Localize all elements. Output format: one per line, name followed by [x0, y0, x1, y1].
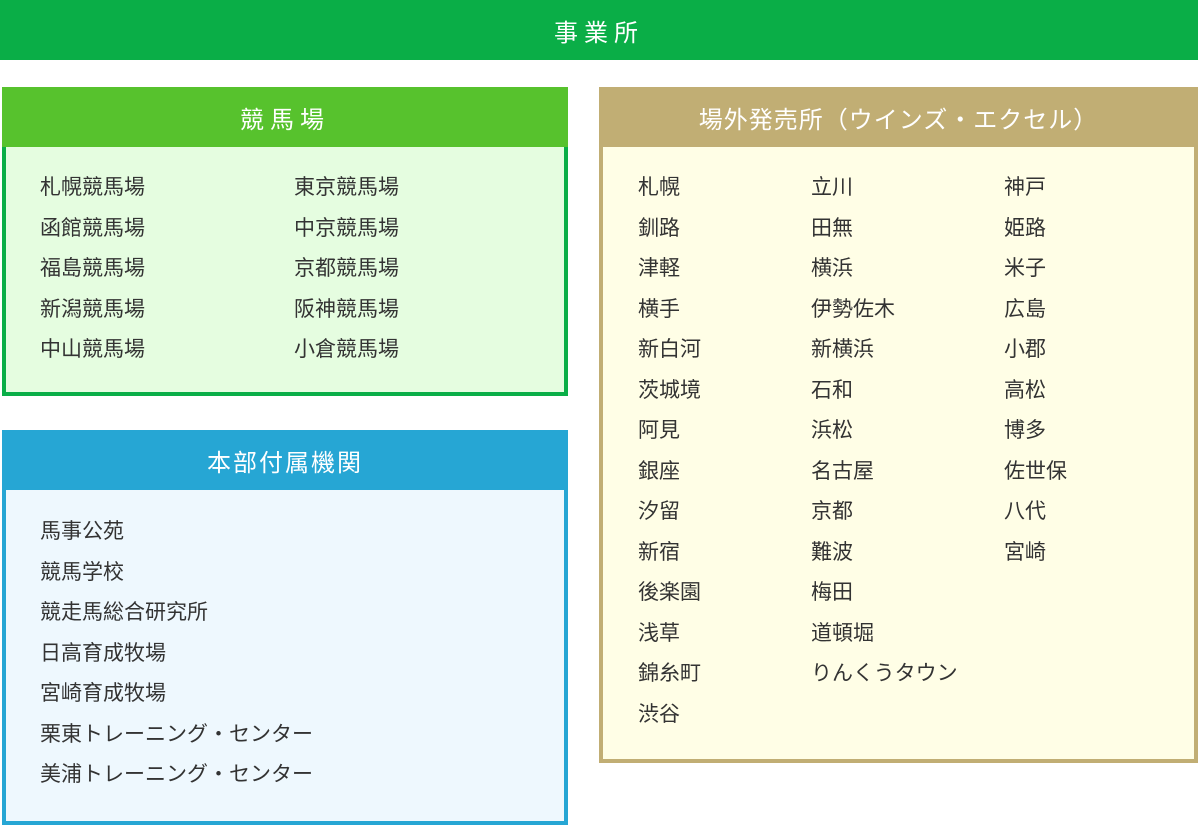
racecourses-list: 札幌競馬場 函館競馬場 福島競馬場 新潟競馬場 中山競馬場 東京競馬場 中京競馬…	[2, 147, 568, 396]
list-item: 横浜	[811, 256, 853, 280]
list-item: 馬事公苑	[40, 519, 124, 543]
list-item: 伊勢佐木	[811, 296, 895, 321]
list-item: 東京競馬場	[294, 175, 399, 199]
list-item: 田無	[811, 215, 853, 240]
list-item: 札幌競馬場	[40, 175, 145, 199]
list-item: 広島	[1004, 296, 1046, 321]
list-item: 八代	[1004, 499, 1046, 523]
racecourses-panel: 競馬場 札幌競馬場 函館競馬場 福島競馬場 新潟競馬場 中山競馬場 東京競馬場 …	[2, 87, 568, 396]
list-item: 釧路	[638, 215, 680, 240]
list-item: 佐世保	[1004, 458, 1067, 483]
affiliates-panel: 本部付属機関 馬事公苑 競馬学校 競走馬総合研究所 日高育成牧場 宮崎育成牧場 …	[2, 430, 568, 825]
list-item: 新横浜	[811, 337, 874, 361]
list-item: 道頓堀	[811, 620, 874, 645]
offtrack-column-2: 立川 田無 横浜 伊勢佐木 新横浜 石和 浜松 名古屋 京都 難波 梅田 道頓堀…	[811, 167, 958, 694]
list-item: 新宿	[638, 539, 680, 564]
list-item: 博多	[1004, 418, 1046, 442]
list-item: 美浦トレーニング・センター	[40, 762, 313, 786]
list-item: 石和	[811, 377, 853, 402]
offtrack-column-1: 札幌 釧路 津軽 横手 新白河 茨城境 阿見 銀座 汐留 新宿 後楽園 浅草 錦…	[638, 167, 701, 734]
list-item: 浜松	[811, 418, 853, 442]
list-item: 日高育成牧場	[40, 640, 166, 665]
list-item: 京都競馬場	[294, 256, 399, 280]
offtrack-panel: 場外発売所（ウインズ・エクセル） 札幌 釧路 津軽 横手 新白河 茨城境 阿見 …	[599, 87, 1198, 763]
offtrack-list: 札幌 釧路 津軽 横手 新白河 茨城境 阿見 銀座 汐留 新宿 後楽園 浅草 錦…	[599, 147, 1198, 763]
list-item: 茨城境	[638, 377, 701, 402]
list-item: 中山競馬場	[40, 337, 145, 361]
list-item: 高松	[1004, 377, 1046, 402]
list-item: 函館競馬場	[40, 215, 145, 240]
list-item: 名古屋	[811, 458, 874, 483]
list-item: 難波	[811, 539, 853, 564]
list-item: 阪神競馬場	[294, 296, 399, 321]
racecourses-title: 競馬場	[2, 87, 568, 147]
list-item: 神戸	[1004, 175, 1046, 199]
list-item: 新潟競馬場	[40, 296, 145, 321]
list-item: 渋谷	[638, 701, 680, 726]
list-item: 梅田	[811, 580, 853, 604]
list-item: 横手	[638, 296, 680, 321]
list-item: 銀座	[638, 458, 680, 483]
offtrack-column-3: 神戸 姫路 米子 広島 小郡 高松 博多 佐世保 八代 宮崎	[1004, 167, 1067, 572]
racecourses-column-2: 東京競馬場 中京競馬場 京都競馬場 阪神競馬場 小倉競馬場	[294, 167, 399, 370]
list-item: 宮崎	[1004, 539, 1046, 564]
list-item: 後楽園	[638, 580, 701, 604]
list-item: 札幌	[638, 175, 680, 199]
affiliates-column: 馬事公苑 競馬学校 競走馬総合研究所 日高育成牧場 宮崎育成牧場 栗東トレーニン…	[40, 511, 313, 795]
list-item: 競馬学校	[40, 559, 124, 584]
list-item: 小倉競馬場	[294, 337, 399, 361]
affiliates-list: 馬事公苑 競馬学校 競走馬総合研究所 日高育成牧場 宮崎育成牧場 栗東トレーニン…	[2, 490, 568, 825]
list-item: 米子	[1004, 256, 1046, 280]
list-item: 京都	[811, 499, 853, 523]
affiliates-title: 本部付属機関	[2, 430, 568, 490]
list-item: 姫路	[1004, 215, 1046, 240]
list-item: 中京競馬場	[294, 215, 399, 240]
page-header: 事業所	[0, 0, 1198, 60]
list-item: 新白河	[638, 337, 701, 361]
list-item: 立川	[811, 175, 853, 199]
list-item: 宮崎育成牧場	[40, 681, 166, 705]
page-title: 事業所	[554, 18, 644, 47]
list-item: 栗東トレーニング・センター	[40, 721, 313, 746]
list-item: 錦糸町	[638, 661, 701, 685]
list-item: りんくうタウン	[811, 661, 958, 685]
list-item: 福島競馬場	[40, 256, 145, 280]
list-item: 浅草	[638, 620, 680, 645]
list-item: 競走馬総合研究所	[40, 600, 208, 624]
list-item: 津軽	[638, 256, 680, 280]
list-item: 小郡	[1004, 337, 1046, 361]
list-item: 汐留	[638, 499, 680, 523]
offtrack-title: 場外発売所（ウインズ・エクセル）	[599, 87, 1198, 147]
list-item: 阿見	[638, 418, 680, 442]
racecourses-column-1: 札幌競馬場 函館競馬場 福島競馬場 新潟競馬場 中山競馬場	[40, 167, 145, 370]
